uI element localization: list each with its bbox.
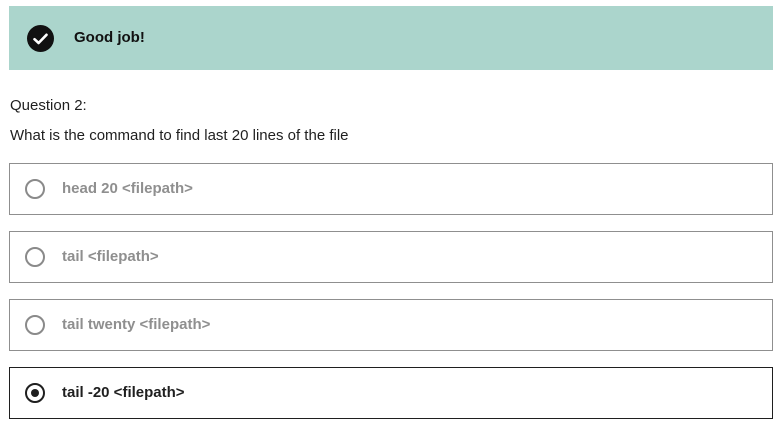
radio-button[interactable] bbox=[25, 247, 45, 267]
radio-button[interactable] bbox=[25, 179, 45, 199]
answer-option[interactable]: tail <filepath> bbox=[9, 231, 773, 283]
answer-option-label: tail -20 <filepath> bbox=[62, 384, 185, 401]
question-text: What is the command to find last 20 line… bbox=[10, 127, 349, 144]
feedback-banner: Good job! bbox=[9, 6, 773, 70]
answer-option-label: tail <filepath> bbox=[62, 248, 159, 265]
radio-button-selected[interactable] bbox=[25, 383, 45, 403]
answer-option-selected[interactable]: tail -20 <filepath> bbox=[9, 367, 773, 419]
answer-option[interactable]: head 20 <filepath> bbox=[9, 163, 773, 215]
checkmark-icon bbox=[27, 25, 54, 52]
checkmark-glyph bbox=[33, 33, 48, 44]
radio-button[interactable] bbox=[25, 315, 45, 335]
question-number: Question 2: bbox=[10, 97, 87, 114]
answer-option[interactable]: tail twenty <filepath> bbox=[9, 299, 773, 351]
feedback-message: Good job! bbox=[74, 29, 145, 46]
answer-option-label: head 20 <filepath> bbox=[62, 180, 193, 197]
radio-dot bbox=[31, 389, 39, 397]
answer-option-label: tail twenty <filepath> bbox=[62, 316, 211, 333]
